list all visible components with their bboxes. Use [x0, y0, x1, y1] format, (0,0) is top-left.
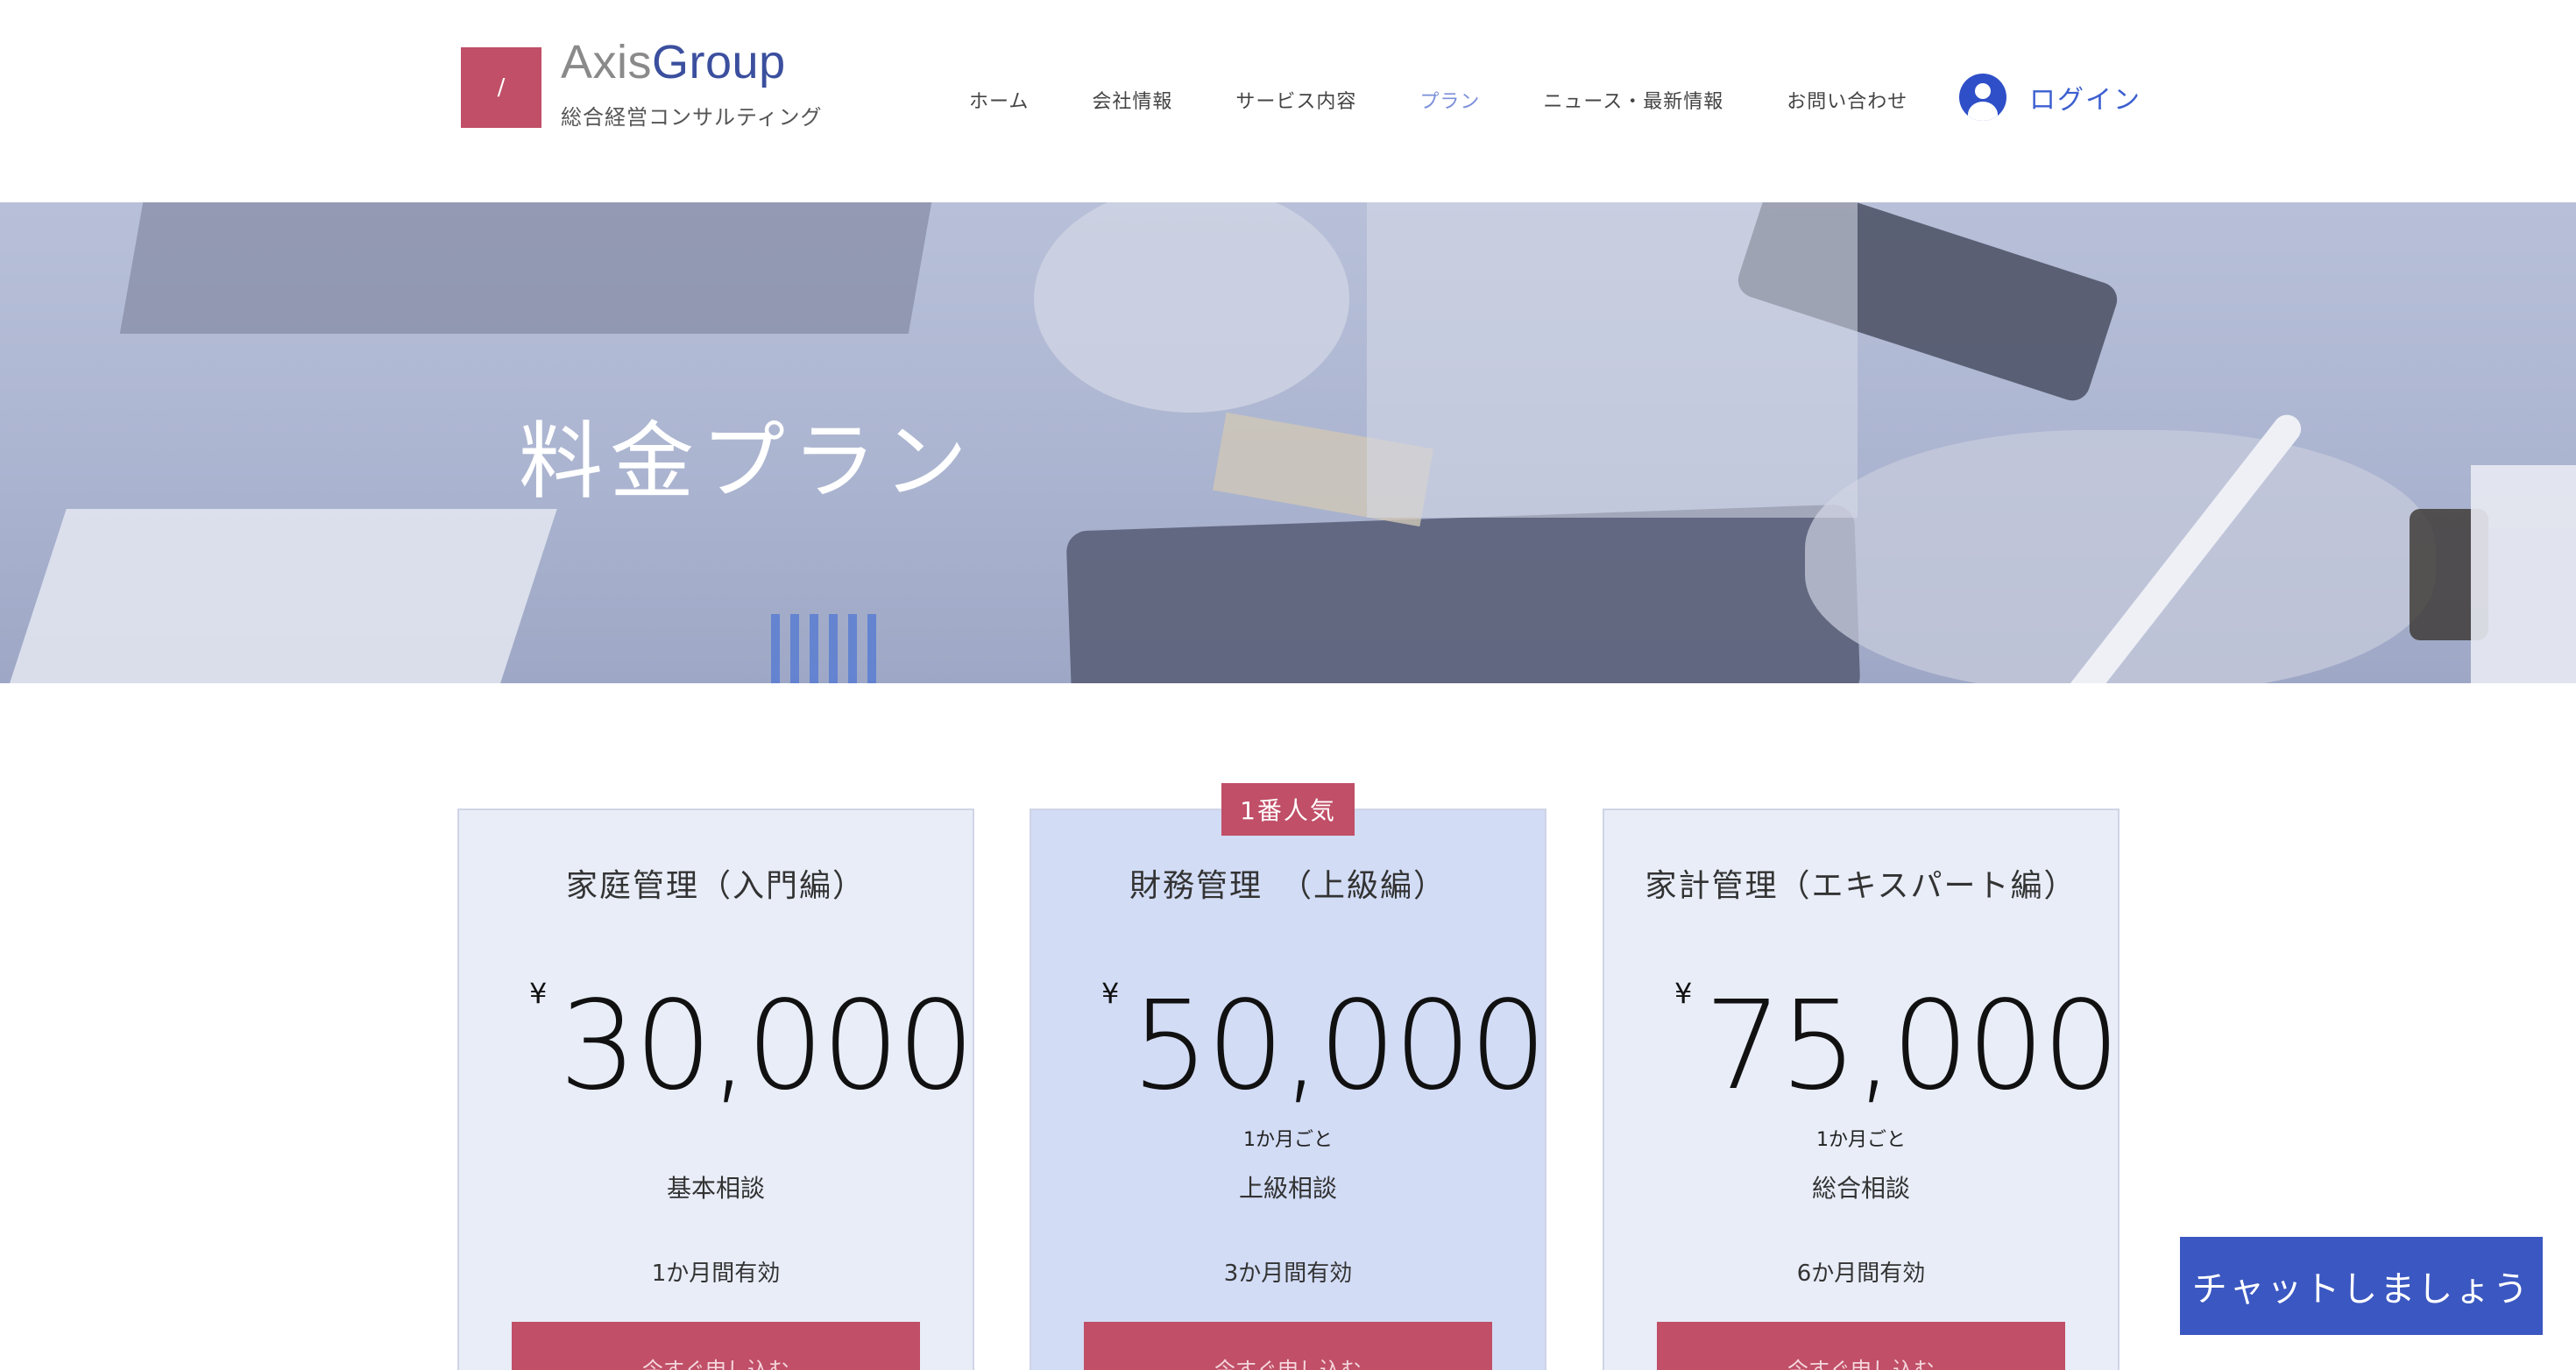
- currency-symbol: ¥: [529, 977, 548, 1010]
- hero-sleeve-shape: [2471, 465, 2576, 683]
- plan-period: 1か月ごと: [1816, 1129, 1906, 1151]
- hero-banner: 料金プラン: [0, 202, 2576, 683]
- main-nav: ホーム 会社情報 サービス内容 プラン ニュース・最新情報 お問い合わせ: [969, 84, 1971, 116]
- plan-feature: 総合相談: [1811, 1174, 1910, 1203]
- apply-now-button[interactable]: 今すぐ申し込む: [512, 1322, 920, 1370]
- hero-hand-shape: [1034, 202, 1349, 413]
- apply-now-button[interactable]: 今すぐ申し込む: [1084, 1322, 1492, 1370]
- plan-price: 30,000: [559, 975, 975, 1118]
- nav-item-home[interactable]: ホーム: [969, 86, 1029, 114]
- brand-tagline: 総合経営コンサルティング: [561, 105, 823, 130]
- plan-name: 家計管理（エキスパート編）: [1645, 868, 2077, 904]
- user-avatar-icon: [1959, 74, 2006, 121]
- currency-symbol: ¥: [1674, 977, 1693, 1010]
- plan-validity: 6か月間有効: [1796, 1261, 1926, 1287]
- popular-badge: 1番人気: [1221, 783, 1355, 836]
- chat-button[interactable]: チャットしましょう: [2180, 1237, 2543, 1335]
- logo-mark[interactable]: /: [461, 47, 541, 128]
- plan-validity: 3か月間有効: [1223, 1261, 1353, 1287]
- plan-validity: 1か月間有効: [651, 1261, 781, 1287]
- hero-laptop-shape: [119, 202, 932, 334]
- plan-period: 1か月ごと: [1243, 1129, 1333, 1151]
- nav-item-plans[interactable]: プラン: [1419, 86, 1480, 114]
- plan-feature: 基本相談: [666, 1174, 765, 1203]
- plan-name: 家庭管理（入門編）: [565, 868, 866, 904]
- plan-price: 50,000: [1131, 975, 1547, 1118]
- hero-keyboard-shape: [4, 509, 557, 683]
- nav-item-contact[interactable]: お問い合わせ: [1787, 86, 1907, 114]
- plan-name: 財務管理 （上級編）: [1129, 868, 1447, 904]
- hero-tablet-shape: [1065, 504, 1861, 683]
- currency-symbol: ¥: [1101, 977, 1120, 1010]
- plan-price: 75,000: [1704, 975, 2120, 1118]
- plan-card-basic: 家庭管理（入門編） ¥ 30,000 基本相談 1か月間有効 今すぐ申し込む: [457, 809, 975, 1370]
- brand-name-part2: Group: [652, 36, 786, 88]
- hero-paper-shape: [1367, 202, 1858, 518]
- logo-mark-text: /: [497, 74, 506, 101]
- nav-item-services[interactable]: サービス内容: [1235, 86, 1356, 114]
- plan-card-expert: 家計管理（エキスパート編） ¥ 75,000 1か月ごと 総合相談 6か月間有効…: [1603, 809, 2120, 1370]
- hero-chart-shape: [771, 614, 876, 683]
- site-header: / AxisGroup 総合経営コンサルティング ホーム 会社情報 サービス内容…: [0, 0, 2576, 202]
- plan-feature: 上級相談: [1238, 1174, 1337, 1203]
- apply-now-button[interactable]: 今すぐ申し込む: [1657, 1322, 2065, 1370]
- plan-card-advanced: 財務管理 （上級編） ¥ 50,000 1か月ごと 上級相談 3か月間有効 今す…: [1030, 809, 1547, 1370]
- brand-name[interactable]: AxisGroup: [561, 39, 786, 86]
- nav-item-company[interactable]: 会社情報: [1092, 86, 1172, 114]
- nav-item-news[interactable]: ニュース・最新情報: [1543, 86, 1723, 114]
- login-label: ログイン: [2029, 85, 2141, 116]
- brand-name-part1: Axis: [561, 36, 653, 88]
- login-button[interactable]: ログイン: [1959, 74, 2141, 121]
- page-title: 料金プラン: [519, 413, 974, 511]
